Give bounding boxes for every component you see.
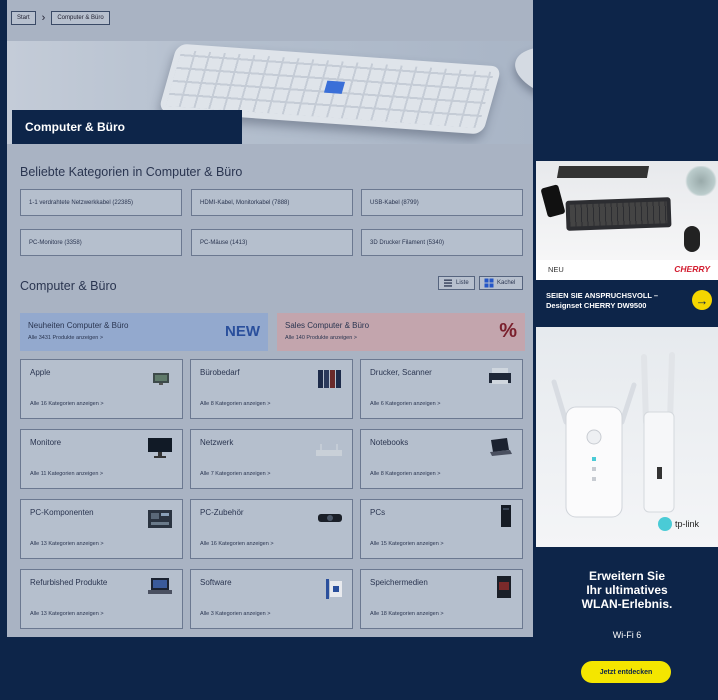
tile-link[interactable]: Alle 15 Kategorien anzeigen >	[370, 541, 444, 547]
category-tile-apple[interactable]: Apple Alle 16 Kategorien anzeigen >	[20, 359, 183, 419]
ad-tplink[interactable]: tp-link Erweitern Sie Ihr ultimatives WL…	[536, 327, 718, 700]
tplink-logo-text: tp-link	[675, 519, 700, 529]
category-tile-pc-komponenten[interactable]: PC-Komponenten Alle 13 Kategorien anzeig…	[20, 499, 183, 559]
cherry-ad-text: SEIEN SIE ANSPRUCHSVOLL – Designset CHER…	[546, 291, 686, 311]
tile-label: Monitore	[30, 438, 62, 447]
tplink-headline-line1: Erweitern Sie	[588, 569, 666, 583]
popular-category-item[interactable]: USB-Kabel (8799)	[361, 189, 523, 216]
promo-sales-title: Sales Computer & Büro	[285, 321, 370, 330]
tplink-subline: Wi-Fi 6	[612, 630, 642, 640]
popular-category-item[interactable]: 1-1 verdrahtete Netzwerkkabel (22385)	[20, 189, 182, 216]
tile-link[interactable]: Alle 16 Kategorien anzeigen >	[30, 401, 104, 407]
page-title: Computer & Büro	[12, 110, 242, 144]
new-badge: NEW	[225, 323, 260, 340]
tile-label: Drucker, Scanner	[370, 368, 432, 377]
popular-category-item[interactable]: 3D Drucker Filament (5340)	[361, 229, 523, 256]
category-tile-drucker-scanner[interactable]: Drucker, Scanner Alle 6 Kategorien anzei…	[360, 359, 523, 419]
tile-label: PC-Komponenten	[30, 508, 94, 517]
category-tile-refurbished[interactable]: Refurbished Produkte Alle 13 Kategorien …	[20, 569, 183, 629]
tile-label: Notebooks	[370, 438, 409, 447]
tile-label: Bürobedarf	[200, 368, 240, 377]
popular-category-item[interactable]: HDMI-Kabel, Monitorkabel (7888)	[191, 189, 353, 216]
percent-badge: %	[499, 320, 517, 342]
tplink-headline-line3: WLAN-Erlebnis.	[581, 597, 673, 611]
memory-card-icon	[497, 576, 511, 598]
tile-label: Software	[200, 578, 232, 587]
tplink-headline: Erweitern Sie Ihr ultimatives WLAN-Erleb…	[536, 569, 718, 611]
webcam-icon	[318, 514, 342, 522]
category-tile-monitore[interactable]: Monitore Alle 11 Kategorien anzeigen >	[20, 429, 183, 489]
tile-label: PCs	[370, 508, 386, 517]
tile-label: Apple	[30, 368, 51, 377]
popular-category-item[interactable]: PC-Monitore (3358)	[20, 229, 182, 256]
category-tile-speichermedien[interactable]: Speichermedien Alle 18 Kategorien anzeig…	[360, 569, 523, 629]
breadcrumb-current[interactable]: Computer & Büro	[51, 11, 110, 25]
tile-link[interactable]: Alle 11 Kategorien anzeigen >	[30, 471, 103, 477]
refurbished-laptop-icon	[148, 578, 172, 594]
list-icon	[444, 279, 452, 287]
pc-tower-icon	[501, 505, 511, 527]
laptop-icon	[490, 438, 512, 456]
promo-new-products[interactable]: Neuheiten Computer & Büro Alle 3431 Prod…	[20, 313, 268, 351]
tile-label: PC-Zubehör	[200, 508, 244, 517]
tile-link[interactable]: Alle 13 Kategorien anzeigen >	[30, 541, 104, 547]
wifi-extender-image	[551, 352, 675, 518]
cherry-new-label: NEU	[548, 265, 564, 274]
hero-banner: Computer & Büro	[7, 41, 533, 144]
arrow-right-icon[interactable]: →	[692, 290, 712, 310]
view-tiles-button[interactable]: Kachel	[479, 276, 523, 290]
cherry-ad-line1: SEIEN SIE ANSPRUCHSVOLL –	[546, 291, 659, 300]
tile-link[interactable]: Alle 8 Kategorien anzeigen >	[370, 471, 440, 477]
view-list-label: Liste	[456, 280, 469, 286]
popular-categories-title: Beliebte Kategorien in Computer & Büro	[20, 165, 243, 179]
grid-icon	[484, 278, 494, 288]
router-icon	[316, 444, 342, 456]
tile-link[interactable]: Alle 6 Kategorien anzeigen >	[370, 401, 440, 407]
monitor-icon	[148, 438, 172, 458]
cherry-ad-line2: Designset CHERRY DW9500	[546, 301, 647, 310]
popular-category-item[interactable]: PC-Mäuse (1413)	[191, 229, 353, 256]
category-tile-software[interactable]: Software Alle 3 Kategorien anzeigen >	[190, 569, 353, 629]
cherry-ad-bar: SEIEN SIE ANSPRUCHSVOLL – Designset CHER…	[536, 280, 718, 320]
ad-cherry[interactable]: NEU CHERRY SEIEN SIE ANSPRUCHSVOLL – Des…	[536, 161, 718, 320]
binders-icon	[318, 370, 341, 388]
view-list-button[interactable]: Liste	[438, 276, 475, 290]
category-tile-pcs[interactable]: PCs Alle 15 Kategorien anzeigen >	[360, 499, 523, 559]
categories-title: Computer & Büro	[20, 279, 117, 293]
tplink-headline-line2: Ihr ultimatives	[586, 583, 668, 597]
promo-sales[interactable]: Sales Computer & Büro Alle 140 Produkte …	[277, 313, 525, 351]
breadcrumb-separator-icon: ›	[41, 12, 46, 24]
tplink-cta-button[interactable]: Jetzt entdecken	[581, 661, 671, 683]
mainboard-icon	[148, 510, 172, 528]
software-box-icon	[326, 579, 342, 599]
tplink-logo-icon	[658, 517, 672, 531]
view-tiles-label: Kachel	[497, 280, 516, 286]
cherry-logo: CHERRY	[674, 264, 710, 274]
tile-link[interactable]: Alle 3 Kategorien anzeigen >	[200, 611, 270, 617]
breadcrumb-start[interactable]: Start	[11, 11, 36, 25]
mouse-image	[509, 41, 533, 111]
tile-link[interactable]: Alle 13 Kategorien anzeigen >	[30, 611, 104, 617]
category-tile-netzwerk[interactable]: Netzwerk Alle 7 Kategorien anzeigen >	[190, 429, 353, 489]
cherry-product-image	[536, 161, 718, 260]
tile-label: Speichermedien	[370, 578, 428, 587]
tile-link[interactable]: Alle 8 Kategorien anzeigen >	[200, 401, 270, 407]
tile-link[interactable]: Alle 18 Kategorien anzeigen >	[370, 611, 444, 617]
printer-icon	[489, 368, 511, 384]
promo-sales-link[interactable]: Alle 140 Produkte anzeigen >	[285, 335, 517, 341]
tile-link[interactable]: Alle 7 Kategorien anzeigen >	[200, 471, 270, 477]
breadcrumb: Start › Computer & Büro	[11, 11, 110, 25]
tile-link[interactable]: Alle 16 Kategorien anzeigen >	[200, 541, 274, 547]
tile-label: Netzwerk	[200, 438, 234, 447]
tplink-logo: tp-link	[658, 517, 699, 531]
category-tile-pc-zubehoer[interactable]: PC-Zubehör Alle 16 Kategorien anzeigen >	[190, 499, 353, 559]
tile-label: Refurbished Produkte	[30, 578, 108, 587]
category-tile-notebooks[interactable]: Notebooks Alle 8 Kategorien anzeigen >	[360, 429, 523, 489]
main-content: Start › Computer & Büro Computer & Büro …	[7, 0, 533, 637]
category-tile-buerobedarf[interactable]: Bürobedarf Alle 8 Kategorien anzeigen >	[190, 359, 353, 419]
imac-icon	[153, 373, 169, 385]
tplink-product-image	[536, 327, 718, 547]
